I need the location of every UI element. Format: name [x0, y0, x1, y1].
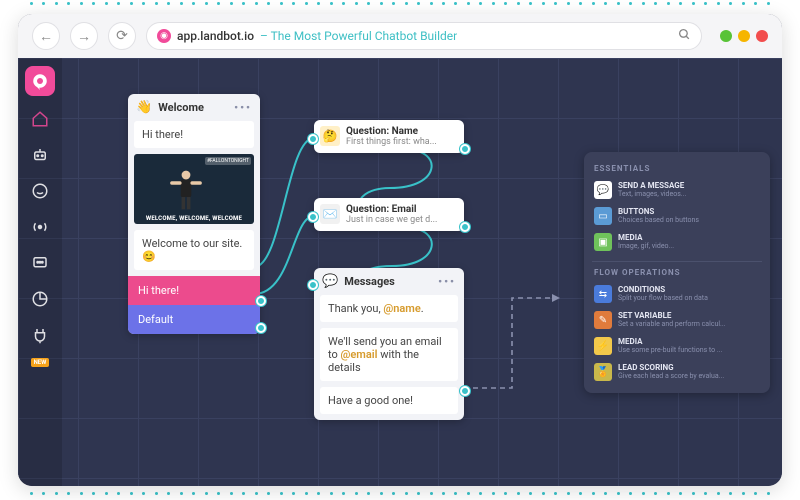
node-menu-button[interactable]: •••	[234, 101, 252, 114]
input-port[interactable]	[308, 134, 318, 144]
panel-section-title: ESSENTIALS	[594, 164, 762, 173]
sidebar-analytics-icon[interactable]	[27, 286, 53, 312]
node-title: Messages	[344, 275, 395, 288]
output-port[interactable]	[460, 386, 470, 396]
app-logo[interactable]	[25, 66, 55, 96]
node-subtitle: First things first: wha...	[346, 137, 437, 147]
node-title: Question: Email	[346, 204, 437, 215]
gif-source-tag: #FALLONTONIGHT	[205, 157, 251, 165]
variable-mention: @email	[341, 348, 378, 361]
traffic-green[interactable]	[720, 30, 732, 42]
output-port[interactable]	[460, 222, 470, 232]
variable-mention: @name	[383, 302, 420, 315]
node-welcome[interactable]: 👋 Welcome ••• Hi there! #FALLONTONIGHT W…	[128, 94, 260, 334]
panel-item-buttons[interactable]: ▭ BUTTONSChoices based on buttons	[592, 203, 762, 229]
envelope-icon: ✉️	[320, 204, 340, 224]
app-window: ← → ⟳ ◉ app.landbot.io – The Most Powerf…	[18, 14, 782, 486]
traffic-yellow[interactable]	[738, 30, 750, 42]
button-icon: ▭	[594, 207, 612, 225]
input-port[interactable]	[308, 280, 318, 290]
nav-forward-button[interactable]: →	[70, 22, 98, 50]
speech-bubble-icon: 💬	[322, 274, 338, 289]
panel-item-conditions[interactable]: ⇆ CONDITIONSSplit your flow based on dat…	[592, 281, 762, 307]
node-title: Question: Name	[346, 126, 437, 137]
node-menu-button[interactable]: •••	[438, 275, 456, 288]
url-bar[interactable]: ◉ app.landbot.io – The Most Powerful Cha…	[146, 22, 702, 50]
panel-section-title: FLOW OPERATIONS	[594, 268, 762, 277]
url-tagline: – The Most Powerful Chatbot Builder	[260, 29, 457, 43]
browser-titlebar: ← → ⟳ ◉ app.landbot.io – The Most Powerf…	[18, 14, 782, 58]
sidebar-new-badge: NEW	[31, 358, 50, 367]
option-button[interactable]: Hi there!	[128, 276, 260, 305]
option-button[interactable]: Default	[128, 305, 260, 334]
sidebar-home-icon[interactable]	[27, 106, 53, 132]
nav-reload-button[interactable]: ⟳	[108, 22, 136, 50]
medal-icon: 🏅	[594, 363, 612, 381]
search-icon[interactable]	[678, 28, 691, 44]
blocks-panel: ESSENTIALS 💬 SEND A MESSAGEText, images,…	[584, 152, 770, 393]
gif-caption: WELCOME, WELCOME, WELCOME	[134, 215, 254, 222]
speech-bubble-icon: 💬	[594, 181, 612, 199]
message-row[interactable]: Hi there!	[134, 121, 254, 148]
panel-item-set-variable[interactable]: ✎ SET VARIABLESet a variable and perform…	[592, 307, 762, 333]
node-subtitle: Just in case we get d...	[346, 215, 437, 225]
sidebar-whatsapp-icon[interactable]	[27, 178, 53, 204]
nav-back-button[interactable]: ←	[32, 22, 60, 50]
window-traffic-lights	[720, 30, 768, 42]
sidebar-chat-icon[interactable]	[27, 250, 53, 276]
panel-item-media[interactable]: ▣ MEDIAImage, gif, video...	[592, 229, 762, 255]
app-sidebar: NEW	[18, 58, 62, 486]
wave-icon: 👋	[136, 100, 152, 115]
sidebar-integrations-icon[interactable]	[27, 322, 53, 348]
panel-item-media-fn[interactable]: ⚡ MEDIAUse some pre-built functions to .…	[592, 333, 762, 359]
traffic-red[interactable]	[756, 30, 768, 42]
message-row[interactable]: Thank you, @name.	[320, 295, 458, 322]
sidebar-bot-icon[interactable]	[27, 142, 53, 168]
conditions-icon: ⇆	[594, 285, 612, 303]
panel-item-lead-scoring[interactable]: 🏅 LEAD SCORINGGive each lead a score by …	[592, 359, 762, 385]
thinking-face-icon: 🤔	[320, 126, 340, 146]
node-question-email[interactable]: ✉️ Question: Email Just in case we get d…	[314, 198, 464, 231]
panel-divider	[592, 261, 762, 262]
message-row[interactable]: We'll send you an email to @email with t…	[320, 328, 458, 381]
message-row[interactable]: Have a good one!	[320, 387, 458, 414]
gif-preview[interactable]: #FALLONTONIGHT WELCOME, WELCOME, WELCOME	[134, 154, 254, 224]
variable-icon: ✎	[594, 311, 612, 329]
sidebar-broadcast-icon[interactable]	[27, 214, 53, 240]
input-port[interactable]	[308, 212, 318, 222]
output-port[interactable]	[460, 144, 470, 154]
url-host: app.landbot.io	[177, 29, 254, 43]
output-port[interactable]	[256, 296, 266, 306]
image-icon: ▣	[594, 233, 612, 251]
panel-item-send-message[interactable]: 💬 SEND A MESSAGEText, images, videos...	[592, 177, 762, 203]
node-title: Welcome	[158, 101, 204, 114]
node-messages[interactable]: 💬 Messages ••• Thank you, @name. We'll s…	[314, 268, 464, 420]
node-question-name[interactable]: 🤔 Question: Name First things first: wha…	[314, 120, 464, 153]
bolt-icon: ⚡	[594, 337, 612, 355]
output-port[interactable]	[256, 323, 266, 333]
site-favicon: ◉	[157, 29, 171, 43]
message-row[interactable]: Welcome to our site. 😊	[134, 230, 254, 270]
flow-canvas[interactable]: 👋 Welcome ••• Hi there! #FALLONTONIGHT W…	[62, 58, 782, 486]
